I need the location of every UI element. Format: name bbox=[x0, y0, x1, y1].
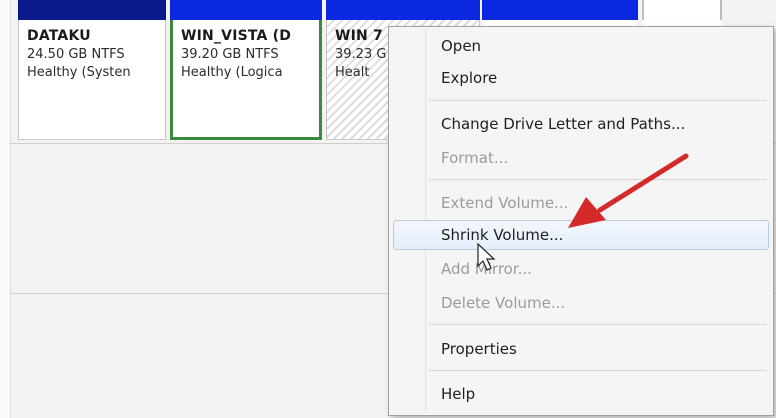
partition-size: 24.50 GB NTFS bbox=[27, 47, 125, 62]
context-menu: Open Explore Change Drive Letter and Pat… bbox=[388, 26, 774, 416]
volume-color-bar bbox=[642, 0, 722, 20]
menu-separator bbox=[429, 179, 767, 180]
partition-info: WIN_VISTA (D 39.20 GB NTFS Healthy (Logi… bbox=[170, 20, 322, 140]
partition-name: WIN_VISTA (D bbox=[181, 28, 292, 44]
menu-item-delete-volume[interactable]: Delete Volume... bbox=[441, 294, 565, 312]
menu-item-properties[interactable]: Properties bbox=[441, 340, 517, 358]
menu-item-explore[interactable]: Explore bbox=[441, 69, 497, 87]
partition-dataku[interactable]: DATAKU 24.50 GB NTFS Healthy (Systen bbox=[18, 0, 166, 140]
menu-item-extend-volume[interactable]: Extend Volume... bbox=[441, 194, 568, 212]
menu-item-open[interactable]: Open bbox=[441, 37, 481, 55]
menu-item-format[interactable]: Format... bbox=[441, 149, 508, 167]
partition-name: DATAKU bbox=[27, 28, 91, 44]
menu-item-help[interactable]: Help bbox=[441, 385, 475, 403]
partition-status: Healthy (Systen bbox=[27, 65, 131, 80]
partition-size: 39.20 GB NTFS bbox=[181, 47, 279, 62]
partition-status: Healthy (Logica bbox=[181, 65, 283, 80]
menu-item-shrink-volume[interactable]: Shrink Volume... bbox=[441, 226, 563, 244]
menu-separator bbox=[429, 100, 767, 101]
volume-color-bar bbox=[482, 0, 638, 20]
menu-item-change-drive-letter[interactable]: Change Drive Letter and Paths... bbox=[441, 115, 685, 133]
partition-win-vista[interactable]: WIN_VISTA (D 39.20 GB NTFS Healthy (Logi… bbox=[170, 0, 322, 140]
partition-info: DATAKU 24.50 GB NTFS Healthy (Systen bbox=[18, 20, 166, 140]
volume-color-bar bbox=[170, 0, 322, 20]
menu-separator bbox=[429, 370, 767, 371]
menu-item-add-mirror[interactable]: Add Mirror... bbox=[441, 260, 532, 278]
volume-color-bar bbox=[326, 0, 480, 20]
disk-label-column bbox=[0, 0, 11, 418]
volume-color-bar bbox=[18, 0, 166, 20]
menu-separator bbox=[429, 324, 767, 325]
